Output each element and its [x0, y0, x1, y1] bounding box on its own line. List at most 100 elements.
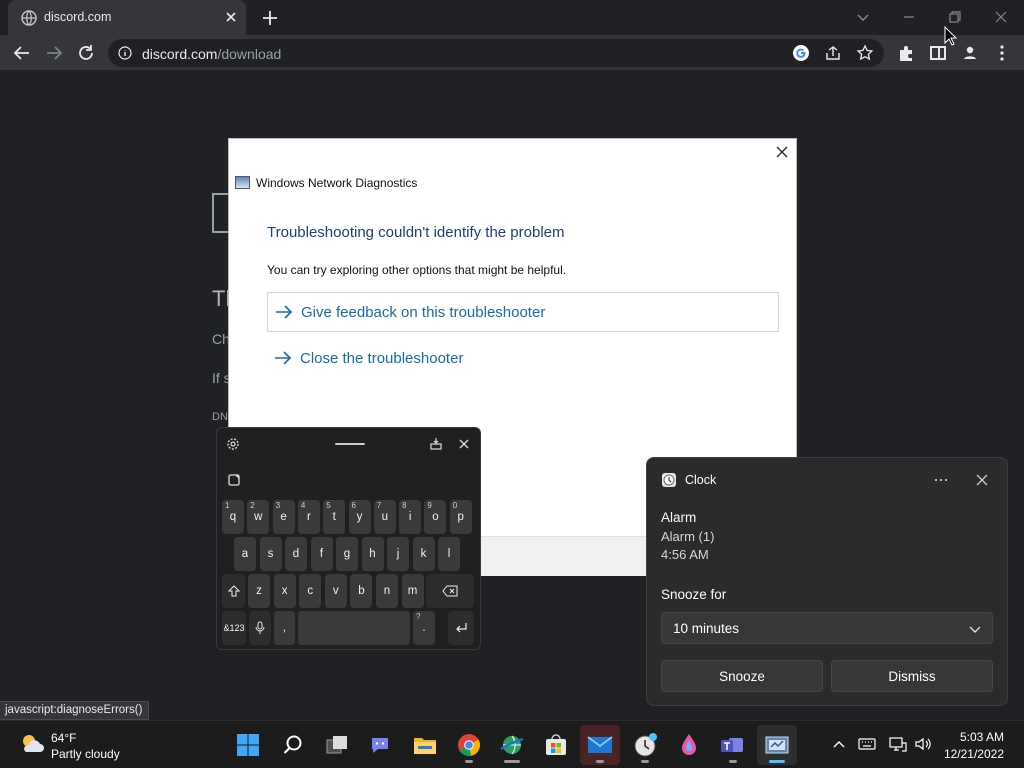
site-info-icon[interactable] [118, 46, 132, 60]
key-c[interactable]: c [299, 574, 322, 608]
key-s[interactable]: s [259, 537, 282, 571]
taskbar-network-app[interactable] [492, 725, 532, 765]
key-d[interactable]: d [285, 537, 307, 571]
key-letter: p [457, 511, 464, 523]
dialog-title: Windows Network Diagnostics [256, 176, 418, 190]
taskbar-search[interactable] [273, 725, 313, 765]
taskbar-chrome[interactable] [449, 725, 489, 765]
key-a[interactable]: a [234, 537, 256, 571]
enter-key[interactable] [448, 611, 474, 645]
touch-keyboard-icon[interactable] [858, 735, 876, 753]
dictation-key[interactable] [249, 611, 271, 645]
key-t[interactable]: 5t [323, 500, 346, 534]
bookmark-star-icon[interactable] [856, 44, 874, 62]
key-y[interactable]: 6y [348, 500, 371, 534]
taskbar-date[interactable]: 12/21/2022 [940, 747, 1004, 761]
snooze-button[interactable]: Snooze [661, 660, 823, 692]
google-lens-icon[interactable] [792, 44, 810, 62]
key-x[interactable]: x [273, 574, 296, 608]
key-b[interactable]: b [350, 574, 373, 608]
browser-tab-discord[interactable]: discord.com [8, 0, 246, 35]
extensions-puzzle-icon[interactable] [895, 42, 917, 64]
gear-icon[interactable] [226, 437, 240, 451]
running-indicator [504, 760, 520, 763]
close-icon[interactable] [457, 437, 471, 451]
give-feedback-label: Give feedback on this troubleshooter [301, 303, 546, 321]
key-j[interactable]: j [387, 537, 409, 571]
close-icon[interactable] [974, 472, 990, 488]
back-arrow-icon[interactable] [11, 42, 33, 64]
restore-icon[interactable] [944, 6, 966, 28]
key-v[interactable]: v [324, 574, 347, 608]
space-key[interactable] [298, 611, 410, 645]
minimize-icon[interactable] [898, 6, 920, 28]
start-button[interactable] [228, 725, 268, 765]
page-text-fragment: DN [212, 411, 228, 423]
new-tab-plus-icon[interactable] [260, 8, 280, 28]
key-m[interactable]: m [401, 574, 424, 608]
kebab-menu-icon[interactable] [991, 42, 1013, 64]
comma-key[interactable]: , [274, 611, 295, 645]
key-u[interactable]: 7u [373, 500, 396, 534]
clipboard-icon[interactable] [227, 473, 241, 487]
taskbar-time[interactable]: 5:03 AM [950, 730, 1004, 744]
active-indicator [769, 760, 785, 763]
more-options-icon[interactable] [933, 472, 949, 488]
key-q[interactable]: 1q [222, 500, 244, 534]
taskbar-mail[interactable] [580, 725, 620, 765]
key-e[interactable]: 3e [272, 500, 295, 534]
keyboard-dock-icon[interactable] [429, 437, 443, 451]
arrow-right-icon [275, 351, 292, 365]
speaker-volume-icon[interactable] [914, 735, 932, 753]
forward-arrow-icon[interactable] [43, 42, 65, 64]
reload-icon[interactable] [75, 42, 97, 64]
key-number-hint: 5 [326, 501, 331, 510]
key-o[interactable]: 9o [424, 500, 447, 534]
partly-cloudy-icon[interactable] [18, 730, 46, 758]
tab-search-chevron-icon[interactable] [852, 6, 874, 28]
key-n[interactable]: n [376, 574, 398, 608]
key-z[interactable]: z [248, 574, 270, 608]
shift-arrow-icon [227, 585, 240, 597]
network-monitor-icon[interactable] [889, 735, 907, 753]
key-l[interactable]: l [438, 537, 460, 571]
close-icon[interactable] [223, 9, 239, 25]
taskbar-file-explorer[interactable] [405, 725, 445, 765]
touch-keyboard: 1q2w3e4r5t6y7u8i9o0p asdfghjkl zxcvbnm &… [216, 427, 481, 650]
close-troubleshooter-link[interactable]: Close the troubleshooter [267, 338, 779, 378]
key-i[interactable]: 8i [399, 500, 422, 534]
tab-title: discord.com [44, 10, 112, 24]
key-h[interactable]: h [361, 537, 384, 571]
give-feedback-link[interactable]: Give feedback on this troubleshooter [267, 292, 779, 332]
share-icon[interactable] [824, 44, 842, 62]
address-bar[interactable]: discord.com/download [108, 39, 884, 67]
key-f[interactable]: f [310, 537, 333, 571]
taskbar-task-view[interactable] [317, 725, 357, 765]
keyboard-drag-handle[interactable] [335, 443, 365, 445]
key-letter: t [332, 511, 336, 523]
key-w[interactable]: 2w [247, 500, 270, 534]
chevron-up-icon[interactable] [830, 735, 848, 753]
taskbar-network-diagnostics[interactable] [757, 725, 797, 765]
shift-key[interactable] [222, 574, 245, 608]
key-g[interactable]: g [336, 537, 358, 571]
dialog-subtitle: You can try exploring other options that… [267, 263, 567, 277]
taskbar-clock-app[interactable] [625, 725, 665, 765]
taskbar-teams-chat[interactable] [360, 725, 400, 765]
backspace-key[interactable] [426, 574, 474, 608]
key-k[interactable]: k [412, 537, 435, 571]
taskbar-microsoft-store[interactable] [536, 725, 576, 765]
dismiss-button[interactable]: Dismiss [831, 660, 993, 692]
taskbar-paint-app[interactable] [669, 725, 709, 765]
key-letter: e [280, 511, 287, 523]
symbols-key[interactable]: &123 [222, 611, 246, 645]
window-close-icon[interactable] [990, 6, 1012, 28]
profile-avatar-icon[interactable] [959, 42, 981, 64]
close-icon[interactable] [775, 145, 789, 159]
taskbar-teams[interactable] [713, 725, 753, 765]
mail-envelope-icon [587, 736, 613, 753]
snooze-duration-select[interactable]: 10 minutes [661, 612, 993, 644]
key-p[interactable]: 0p [449, 500, 472, 534]
key-r[interactable]: 4r [297, 500, 320, 534]
period-key[interactable]: ? . [413, 611, 435, 645]
